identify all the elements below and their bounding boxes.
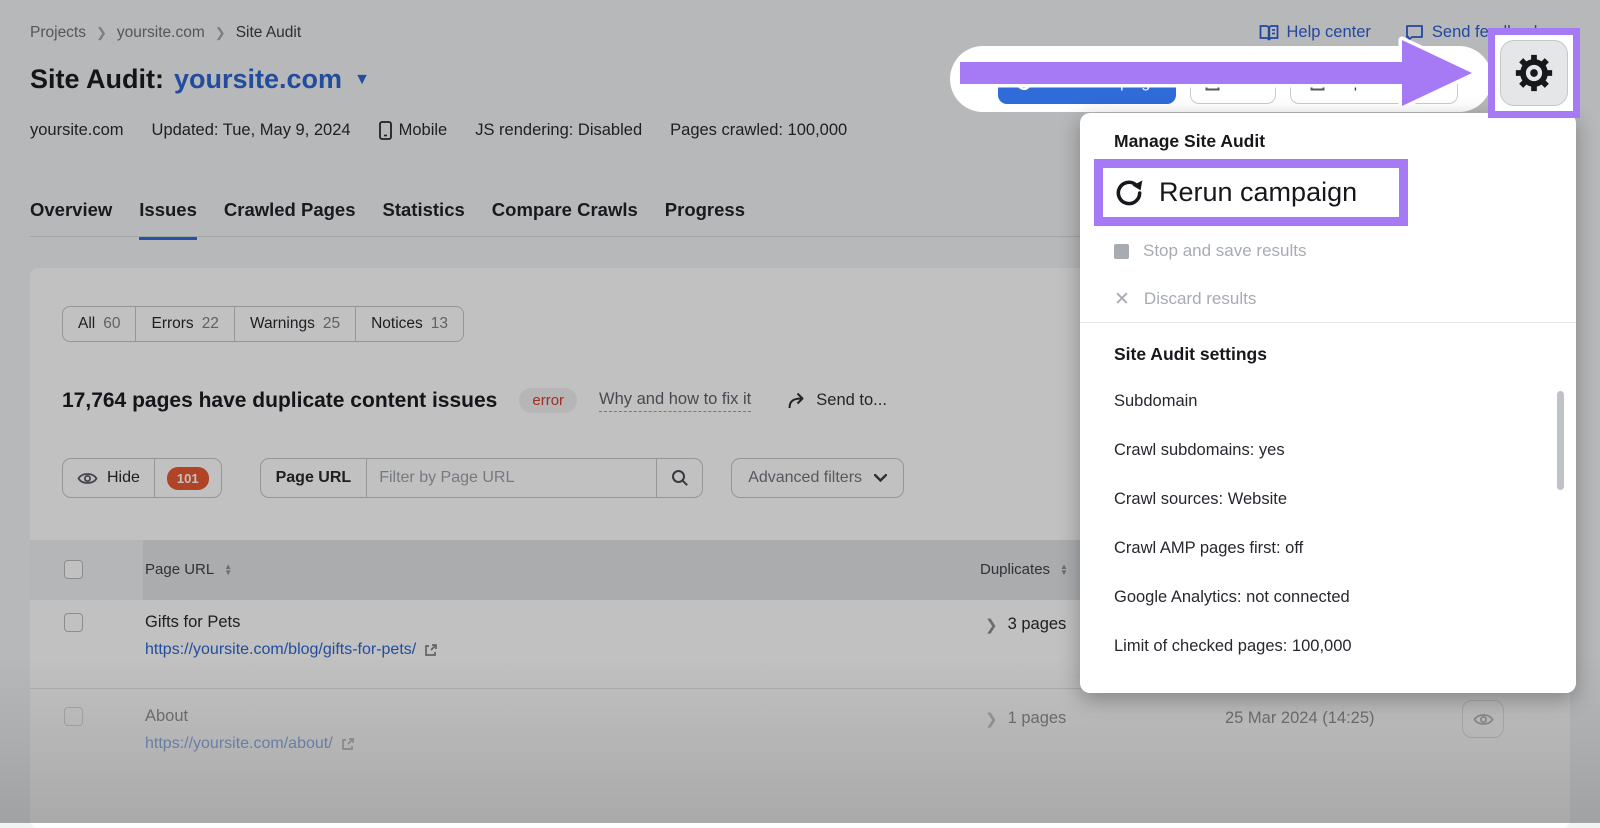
discard-label: Discard results [1144, 289, 1256, 309]
gear-icon [1513, 52, 1555, 94]
dropdown-stop-save-item[interactable]: Stop and save results [1114, 231, 1306, 271]
stop-icon [1114, 244, 1129, 259]
dropdown-rerun-campaign-item[interactable]: Rerun campaign [1159, 177, 1357, 208]
settings-highlight-inner [1495, 35, 1573, 111]
setting-crawl-sources[interactable]: Crawl sources: Website [1114, 490, 1287, 509]
setting-crawl-subdomains[interactable]: Crawl subdomains: yes [1114, 441, 1285, 460]
dropdown-discard-item[interactable]: ✕ Discard results [1114, 279, 1256, 319]
rerun-campaign-highlight: Rerun campaign [1094, 159, 1408, 226]
settings-button[interactable] [1500, 40, 1568, 106]
stop-save-label: Stop and save results [1143, 241, 1306, 261]
site-audit-settings-header: Site Audit settings [1114, 344, 1267, 365]
site-audit-settings-dropdown: Manage Site Audit Rerun campaign Stop an… [1080, 113, 1576, 693]
setting-google-analytics[interactable]: Google Analytics: not connected [1114, 588, 1350, 607]
annotation-arrow [950, 34, 1480, 110]
setting-subdomain[interactable]: Subdomain [1114, 392, 1197, 411]
setting-crawl-amp[interactable]: Crawl AMP pages first: off [1114, 539, 1303, 558]
dropdown-divider [1080, 322, 1576, 323]
settings-highlight-box [1488, 28, 1580, 118]
setting-limit-pages[interactable]: Limit of checked pages: 100,000 [1114, 637, 1352, 656]
dropdown-scrollbar[interactable] [1557, 391, 1564, 490]
manage-site-audit-header: Manage Site Audit [1114, 131, 1265, 152]
refresh-icon [1113, 177, 1145, 209]
x-icon: ✕ [1114, 288, 1130, 311]
